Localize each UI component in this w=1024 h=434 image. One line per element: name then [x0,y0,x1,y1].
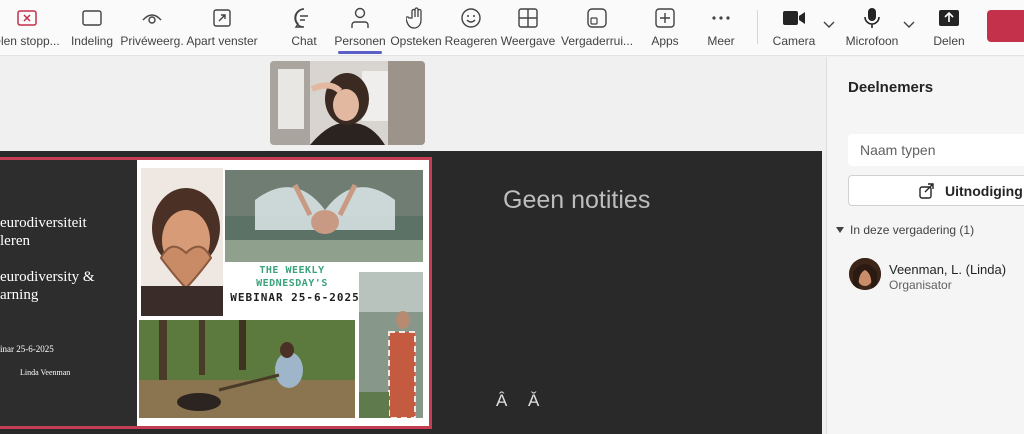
shared-content-area: eurodiversiteit leren eurodiversity & ar… [0,151,822,434]
react-button[interactable]: Reageren [444,0,498,56]
camera-label: Camera [772,34,816,48]
private-view-button[interactable]: Privéweerg. [120,0,184,56]
participant-role: Organisator [889,278,952,292]
leave-button[interactable] [987,10,1024,42]
apps-plus-icon [653,6,677,30]
microphone-label: Microfoon [845,34,899,48]
decrease-font-button[interactable]: Ǎ [528,391,539,411]
layout-label: Indeling [70,34,114,48]
hand-icon [404,6,428,30]
stop-share-icon [15,6,39,30]
slide-presenter: Linda Veenman [20,368,71,377]
share-up-icon [937,6,961,30]
meeting-toolbar: elen stopp... Indeling Privéweerg. Apart… [0,0,1024,56]
slide-title-panel: eurodiversiteit leren eurodiversity & ar… [0,160,137,426]
microphone-icon [860,6,884,30]
share-button[interactable]: Delen [930,0,968,56]
chat-icon [292,6,316,30]
share-label: Delen [933,34,965,48]
stop-sharing-button[interactable]: elen stopp... [0,0,62,56]
active-tab-indicator [338,51,382,54]
section-label: In deze vergadering (1) [850,223,975,237]
microphone-options-chevron-icon[interactable] [902,18,916,32]
view-label: Weergave [500,34,556,48]
slide-photo-collage: THE WEEKLY WEDNESDAY'S WEBINAR 25-6-2025 [137,160,429,426]
invite-button[interactable]: Uitnodiging d [848,175,1024,206]
avatar [849,258,881,290]
smiley-icon [459,6,483,30]
participant-search-input[interactable] [848,134,1024,166]
layout-icon [80,6,104,30]
collapse-triangle-icon [836,227,844,233]
grid-icon [516,6,540,30]
photo-swimming [225,170,423,262]
participants-panel: Deelnemers Uitnodiging d In deze vergade… [826,57,1024,434]
camera-icon [782,6,806,30]
chat-button[interactable]: Chat [286,0,322,56]
increase-font-button[interactable]: Â [496,391,507,411]
private-view-label: Privéweerg. [120,34,184,48]
more-button[interactable]: Meer [704,0,738,56]
presentation-slide: eurodiversiteit leren eurodiversity & ar… [0,157,432,429]
meeting-stage: eurodiversiteit leren eurodiversity & ar… [0,57,822,434]
chat-label: Chat [291,34,317,48]
slide-title-dutch: eurodiversiteit leren [0,215,87,249]
microphone-button[interactable]: Microfoon [844,0,900,56]
popout-icon [210,6,234,30]
invite-label: Uitnodiging d [945,182,1024,199]
photo-heart-hands [141,168,223,316]
teams-meeting-window: elen stopp... Indeling Privéweerg. Apart… [0,0,1024,434]
raise-hand-button[interactable]: Opsteken [390,0,442,56]
more-label: Meer [707,34,735,48]
toolbar-divider [757,10,758,44]
in-meeting-section-header[interactable]: In deze vergadering (1) [835,223,974,237]
no-notes-text: Geen notities [503,186,651,214]
photo-forest-dog [139,320,355,418]
slide-webinar-heading: WEBINAR 25-6-2025 [230,291,360,304]
separate-window-button[interactable]: Apart venster [186,0,258,56]
people-label: Personen [334,34,386,48]
raise-hand-label: Opsteken [390,34,442,48]
panel-title: Deelnemers [848,79,934,96]
photo-stacked-crates [359,272,423,418]
apps-button[interactable]: Apps [648,0,682,56]
slide-weekly-heading: THE WEEKLY WEDNESDAY'S [227,264,357,290]
separate-window-label: Apart venster [186,34,258,48]
share-invite-icon [919,183,935,199]
apps-label: Apps [651,34,679,48]
rooms-icon [585,6,609,30]
people-button[interactable]: Personen [334,0,386,56]
rooms-label: Vergaderrui... [560,34,634,48]
participant-name: Veenman, L. (Linda) [889,262,1007,277]
eye-icon [140,6,164,30]
react-label: Reageren [444,34,498,48]
slide-date: inar 25-6-2025 [0,344,54,354]
more-dots-icon [709,6,733,30]
participant-video-thumbnail[interactable] [270,61,425,145]
view-button[interactable]: Weergave [500,0,556,56]
rooms-button[interactable]: Vergaderrui... [561,0,633,56]
stop-sharing-label: elen stopp... [0,34,60,48]
camera-options-chevron-icon[interactable] [822,18,836,32]
slide-weekly-line-1: THE WEEKLY [259,265,325,276]
layout-button[interactable]: Indeling [70,0,114,56]
person-icon [348,6,372,30]
slide-weekly-line-2: WEDNESDAY'S [256,278,328,289]
camera-button[interactable]: Camera [772,0,816,56]
participant-row[interactable]: Veenman, L. (Linda) Organisator [849,257,1024,297]
slide-title-english: eurodiversity & arning [0,269,95,303]
